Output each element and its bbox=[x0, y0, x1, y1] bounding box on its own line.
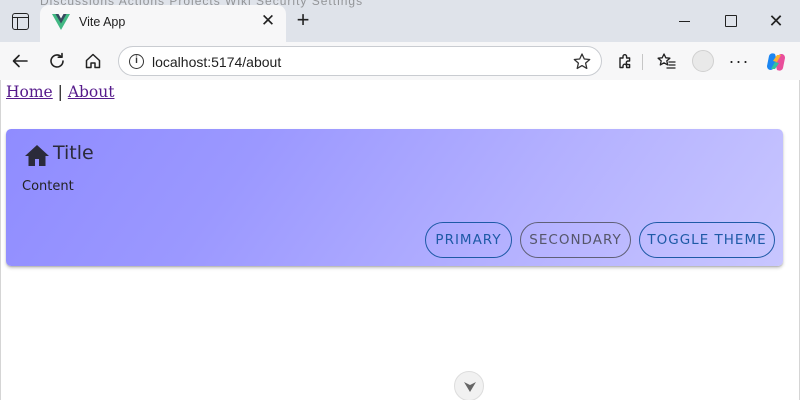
arrow-left-icon bbox=[12, 54, 28, 68]
page-viewport: Home | About Title Content PRIMARY SECON… bbox=[0, 80, 800, 400]
nav-link-home[interactable]: Home bbox=[6, 83, 53, 101]
toggle-theme-button[interactable]: TOGGLE THEME bbox=[639, 222, 775, 258]
back-button[interactable] bbox=[6, 47, 34, 75]
favorites-list-icon bbox=[657, 53, 676, 69]
browser-toolbar: i localhost:5174/about ··· bbox=[0, 42, 800, 80]
favorite-star-icon[interactable] bbox=[571, 51, 593, 73]
address-bar[interactable]: i localhost:5174/about bbox=[118, 46, 602, 76]
card-title: Title bbox=[53, 142, 94, 164]
toolbar-divider bbox=[642, 54, 643, 70]
settings-more-button[interactable]: ··· bbox=[725, 47, 753, 75]
nav-separator: | bbox=[52, 83, 68, 101]
active-tab[interactable]: Vite App ✕ bbox=[40, 5, 286, 42]
content-card: Title Content PRIMARY SECONDARY TOGGLE T… bbox=[6, 129, 783, 266]
new-tab-button[interactable]: + bbox=[292, 9, 314, 32]
site-info-icon[interactable]: i bbox=[129, 54, 144, 69]
primary-button[interactable]: PRIMARY bbox=[425, 222, 512, 258]
router-nav: Home | About bbox=[6, 83, 114, 101]
scroll-down-button[interactable] bbox=[454, 371, 484, 400]
maximize-button[interactable] bbox=[718, 10, 742, 32]
favorites-button[interactable] bbox=[652, 47, 680, 75]
window-close-button[interactable]: ✕ bbox=[764, 10, 788, 32]
profile-avatar[interactable] bbox=[692, 50, 714, 72]
home-outline-icon bbox=[85, 53, 101, 69]
card-content: Content bbox=[22, 179, 74, 194]
tab-actions-icon[interactable] bbox=[12, 13, 29, 30]
home-button[interactable] bbox=[79, 47, 107, 75]
puzzle-piece-icon bbox=[619, 54, 631, 69]
minimize-button[interactable] bbox=[672, 10, 696, 32]
url-text[interactable]: localhost:5174/about bbox=[152, 54, 281, 70]
refresh-icon bbox=[50, 52, 64, 68]
copilot-icon[interactable] bbox=[764, 50, 788, 74]
nav-link-about[interactable]: About bbox=[68, 83, 115, 101]
chevron-down-icon bbox=[464, 382, 476, 392]
home-icon bbox=[25, 145, 49, 166]
extensions-button[interactable] bbox=[612, 47, 640, 75]
browser-title-bar: Discussions Actions Projects Wiki Securi… bbox=[0, 0, 800, 42]
tab-close-icon[interactable]: ✕ bbox=[258, 11, 278, 31]
refresh-button[interactable] bbox=[43, 47, 71, 75]
vue-logo-icon bbox=[52, 14, 70, 30]
tab-title: Vite App bbox=[79, 15, 126, 29]
secondary-button[interactable]: SECONDARY bbox=[520, 222, 631, 258]
